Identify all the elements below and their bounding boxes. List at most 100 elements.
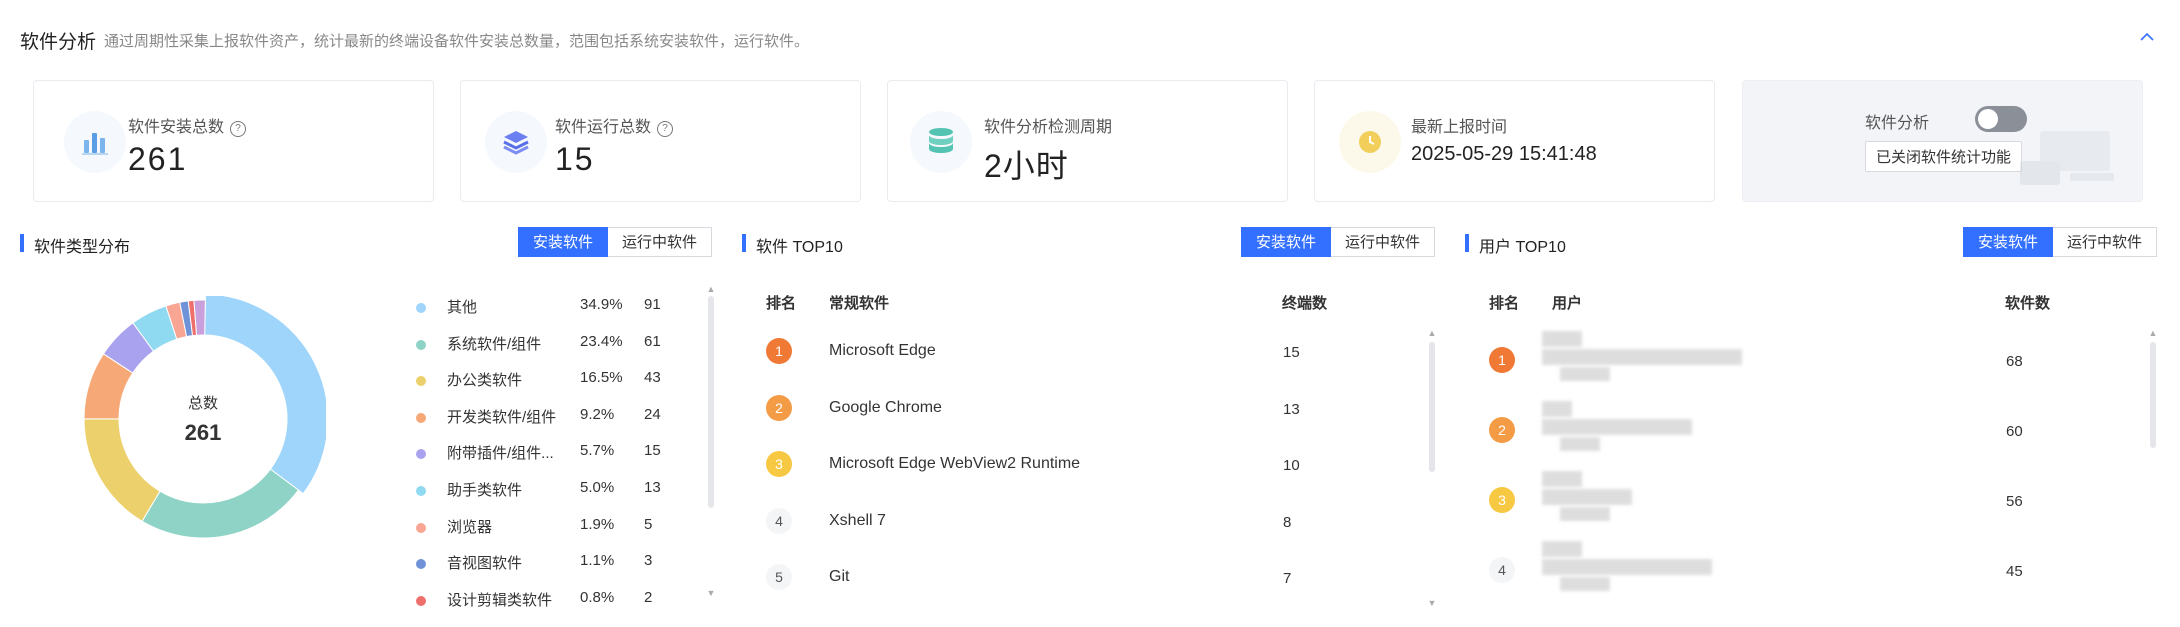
blurred-user-name: [1560, 367, 1610, 381]
tab-installed[interactable]: 安装软件: [518, 227, 609, 257]
software-name: Git: [829, 568, 850, 585]
terminal-count: 13: [1283, 400, 1300, 418]
tab-installed[interactable]: 安装软件: [1241, 227, 1332, 257]
blurred-user-name: [1542, 419, 1692, 435]
software-top-scrollbar[interactable]: [1429, 342, 1435, 472]
col-software-count-header: 软件数: [2005, 295, 2051, 312]
install-total-card: 软件安装总数? 261: [33, 80, 434, 202]
running-total-value: 15: [555, 141, 595, 177]
help-icon[interactable]: ?: [657, 121, 674, 137]
tab-running[interactable]: 运行中软件: [2053, 227, 2158, 257]
scroll-up-icon[interactable]: ▲: [2148, 328, 2158, 338]
clock-icon: [1339, 111, 1401, 173]
legend-dot: [416, 303, 426, 313]
legend-count: 91: [644, 296, 661, 313]
blurred-user-name: [1542, 471, 1582, 487]
type-dist-title: 软件类型分布: [20, 233, 130, 257]
legend-count: 24: [644, 405, 661, 423]
donut-center-value: 261: [184, 420, 222, 445]
col-user-header: 用户: [1552, 295, 1583, 312]
col-software-header: 常规软件: [829, 295, 890, 312]
legend-name: 其他: [447, 299, 478, 316]
detect-period-value: 2小时: [984, 148, 1069, 184]
legend-scrollbar[interactable]: [708, 296, 714, 508]
col-terminal-count-header: 终端数: [1282, 295, 1328, 312]
software-top-title: 软件 TOP10: [742, 233, 843, 257]
tab-installed[interactable]: 安装软件: [1963, 227, 2054, 257]
legend-item[interactable]: 音视图软件 1.1% 3: [416, 549, 696, 586]
tab-running[interactable]: 运行中软件: [608, 227, 713, 257]
legend-item[interactable]: 设计剪辑类软件 0.8% 2: [416, 586, 696, 623]
legend-count: 2: [644, 588, 653, 606]
legend-count: 15: [644, 442, 661, 460]
last-report-card: 最新上报时间 2025-05-29 15:41:48: [1314, 80, 1715, 202]
legend-item[interactable]: 附带插件/组件... 5.7% 15: [416, 439, 696, 476]
legend-item[interactable]: 浏览器 1.9% 5: [416, 513, 696, 550]
decorative-illustration: [2020, 131, 2114, 185]
software-count: 68: [2006, 353, 2023, 370]
software-count: 56: [2006, 493, 2023, 510]
help-icon[interactable]: ?: [230, 121, 247, 137]
terminal-count: 8: [1283, 513, 1292, 531]
scroll-down-icon[interactable]: ▼: [1427, 598, 1437, 608]
legend-item[interactable]: 办公类软件 16.5% 43: [416, 366, 696, 403]
legend-dot: [416, 522, 426, 533]
legend-dot: [416, 595, 426, 606]
legend-dot: [416, 339, 426, 350]
last-report-value: 2025-05-29 15:41:48: [1411, 143, 1597, 165]
rank-badge: 5: [766, 564, 792, 590]
legend-percent: 23.4%: [580, 332, 623, 350]
scroll-up-icon[interactable]: ▲: [706, 284, 716, 294]
disabled-stats-button[interactable]: 已关闭软件统计功能: [1865, 141, 2023, 172]
legend-item[interactable]: 助手类软件 5.0% 13: [416, 476, 696, 513]
col-rank-header: 排名: [1489, 295, 1520, 312]
software-top-segment: 安装软件 运行中软件: [1241, 227, 1436, 257]
running-total-label: 软件运行总数: [555, 119, 652, 136]
tab-running[interactable]: 运行中软件: [1331, 227, 1436, 257]
rank-badge: 4: [1489, 557, 1515, 583]
legend-percent: 5.0%: [580, 478, 615, 496]
blurred-user-name: [1560, 507, 1610, 521]
last-report-label: 最新上报时间: [1411, 119, 1508, 136]
legend-percent: 9.2%: [580, 405, 615, 423]
software-count: 45: [2006, 563, 2023, 580]
user-top-segment: 安装软件 运行中软件: [1963, 227, 2158, 257]
type-donut-chart: [83, 296, 326, 539]
software-name: Microsoft Edge WebView2 Runtime: [829, 455, 1081, 472]
software-analysis-switch-card: 软件分析 已关闭软件统计功能: [1742, 80, 2143, 202]
legend-name: 开发类软件/组件: [447, 408, 557, 426]
user-top-title: 用户 TOP10: [1465, 233, 1566, 257]
legend-name: 办公类软件: [447, 372, 523, 390]
blurred-user-name: [1542, 349, 1742, 365]
legend-dot: [416, 559, 426, 570]
type-legend: 其他 34.9% 91 系统软件/组件 23.4% 61 办公类软件 16.5% 43 开发类软件…: [416, 293, 696, 622]
donut-slice[interactable]: [141, 468, 300, 539]
legend-name: 附带插件/组件...: [447, 445, 554, 463]
chevron-up-icon[interactable]: [2138, 28, 2156, 46]
legend-item[interactable]: 开发类软件/组件 9.2% 24: [416, 403, 696, 440]
legend-dot: [416, 449, 426, 460]
legend-count: 5: [644, 515, 653, 533]
running-total-card: 软件运行总数? 15: [460, 80, 861, 202]
blurred-user-name: [1542, 401, 1572, 417]
legend-percent: 0.8%: [580, 588, 615, 606]
install-total-value: 261: [128, 141, 188, 177]
legend-percent: 5.7%: [580, 442, 615, 460]
terminal-count: 7: [1283, 570, 1292, 587]
detect-period-label: 软件分析检测周期: [984, 119, 1113, 136]
legend-count: 3: [644, 552, 653, 570]
user-top-scrollbar[interactable]: [2150, 342, 2156, 448]
page-title: 软件分析: [20, 32, 97, 53]
legend-dot: [416, 376, 426, 387]
legend-count: 61: [644, 332, 661, 350]
type-dist-segment: 安装软件 运行中软件: [518, 227, 713, 257]
legend-name: 设计剪辑类软件: [447, 591, 553, 609]
legend-item[interactable]: 其他 34.9% 91: [416, 293, 696, 330]
legend-item[interactable]: 系统软件/组件 23.4% 61: [416, 330, 696, 367]
install-total-label: 软件安装总数: [128, 119, 225, 136]
software-name: Xshell 7: [829, 511, 886, 529]
legend-count: 43: [644, 369, 661, 387]
scroll-up-icon[interactable]: ▲: [1427, 328, 1437, 338]
scroll-down-icon[interactable]: ▼: [706, 588, 716, 598]
legend-dot: [416, 412, 426, 423]
